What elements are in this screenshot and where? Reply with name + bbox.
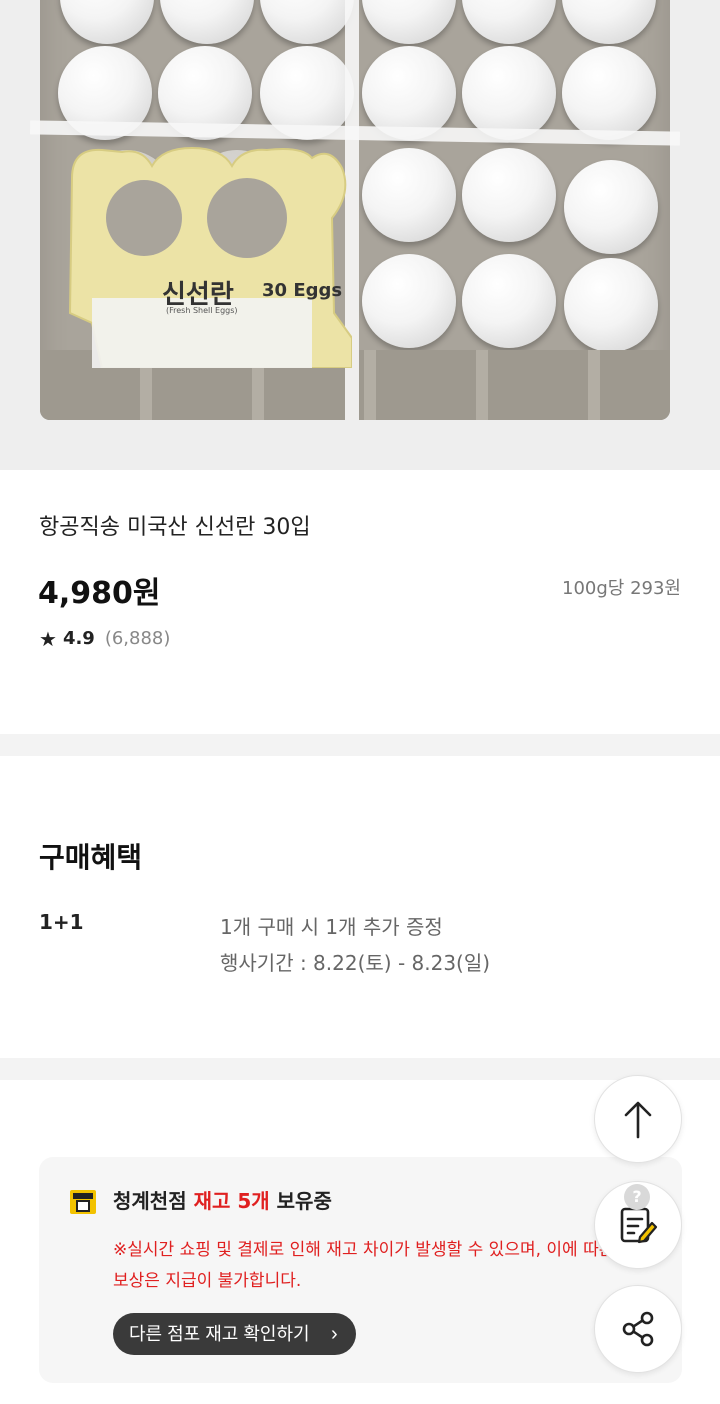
egg	[462, 0, 556, 44]
store-stock-box: 청계천점 재고 5개 보유중 ※실시간 쇼핑 및 결제로 인해 재고 차이가 발…	[39, 1157, 682, 1383]
help-badge[interactable]: ?	[624, 1184, 650, 1210]
egg	[60, 0, 154, 44]
rating-value: 4.9	[62, 628, 95, 649]
scroll-top-button[interactable]	[594, 1075, 682, 1163]
product-price: 4,980원	[38, 576, 161, 611]
package-eggs-sub: (Fresh Shell Eggs)	[166, 306, 238, 315]
store-stock-status: 청계천점 재고 5개 보유중	[113, 1185, 332, 1214]
egg	[362, 254, 456, 348]
egg	[564, 160, 658, 254]
chevron-right-icon: ›	[330, 1323, 338, 1345]
package-eggs-count: 30 Eggs	[262, 280, 343, 301]
stock-suffix: 보유중	[276, 1189, 332, 1213]
egg	[260, 0, 354, 44]
stock-notice: ※실시간 쇼핑 및 결제로 인해 재고 차이가 발생할 수 있으며, 이에 따른…	[113, 1240, 615, 1292]
benefit-tag: 1+1	[39, 910, 84, 934]
product-image: 신선란 30 Eggs (Fresh Shell Eggs)	[0, 0, 720, 470]
egg	[462, 148, 556, 242]
other-store-stock-label: 다른 점포 재고 확인하기	[129, 1324, 310, 1344]
egg	[160, 0, 254, 44]
egg	[462, 254, 556, 348]
share-icon	[622, 1311, 654, 1347]
benefit-period: 행사기간 : 8.22(토) - 8.23(일)	[220, 951, 491, 975]
section-divider	[0, 734, 720, 756]
benefit-detail: 1개 구매 시 1개 추가 증정	[220, 915, 443, 939]
star-icon: ★	[39, 626, 57, 651]
unit-price: 100g당 293원	[562, 578, 681, 599]
other-store-stock-button[interactable]: 다른 점포 재고 확인하기 ›	[113, 1313, 356, 1355]
egg	[562, 0, 656, 44]
arrow-up-icon	[624, 1101, 652, 1139]
package-label: 신선란 30 Eggs (Fresh Shell Eggs)	[62, 138, 353, 369]
section-divider	[0, 1058, 720, 1080]
stock-count: 재고 5개	[193, 1189, 270, 1213]
benefit-description: 1개 구매 시 1개 추가 증정 행사기간 : 8.22(토) - 8.23(일…	[220, 909, 490, 981]
store-icon	[70, 1190, 96, 1214]
package-label-shape	[68, 146, 353, 369]
egg	[462, 46, 556, 140]
review-count[interactable]: (6,888)	[105, 628, 171, 649]
rating-row[interactable]: ★ 4.9 (6,888)	[39, 628, 170, 649]
store-name: 청계천점	[113, 1189, 187, 1213]
egg	[362, 0, 456, 44]
egg	[362, 148, 456, 242]
egg	[564, 258, 658, 352]
benefits-heading: 구매혜택	[39, 841, 143, 874]
egg	[562, 46, 656, 140]
product-title: 항공직송 미국산 신선란 30입	[39, 515, 311, 540]
share-button[interactable]	[594, 1285, 682, 1373]
